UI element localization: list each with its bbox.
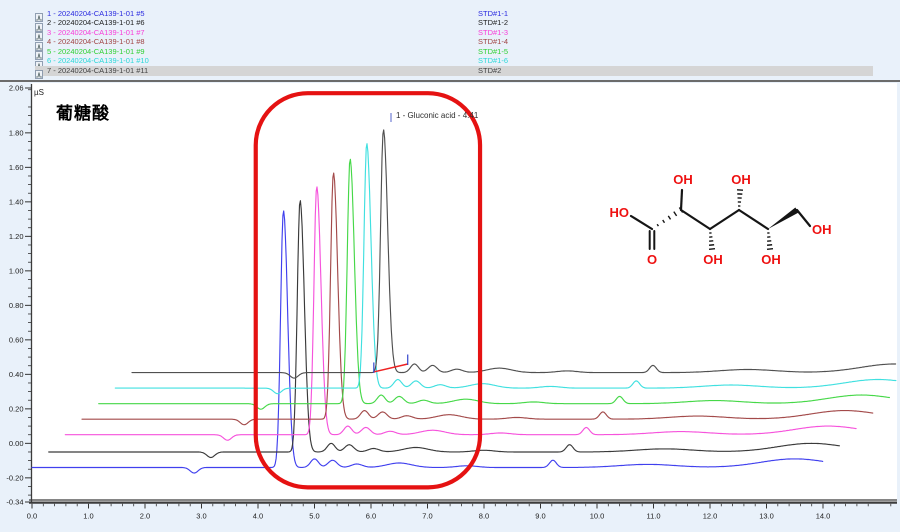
trace-std1-1 <box>32 211 823 473</box>
svg-text:12.0: 12.0 <box>703 512 718 521</box>
svg-text:11.0: 11.0 <box>646 512 660 521</box>
svg-text:0.00: 0.00 <box>9 439 24 448</box>
svg-text:14.0: 14.0 <box>816 512 831 521</box>
gluconic-acid-structure-image: HO O OH OH OH OH OH <box>610 172 832 267</box>
svg-text:OH: OH <box>673 172 693 187</box>
trace-std1-4 <box>82 173 873 425</box>
svg-text:7.0: 7.0 <box>422 512 432 521</box>
svg-text:1.20: 1.20 <box>9 232 24 241</box>
svg-text:OH: OH <box>731 172 751 187</box>
trace-std1-5 <box>99 159 890 409</box>
svg-text:-0.34: -0.34 <box>6 498 23 507</box>
svg-text:1.40: 1.40 <box>9 197 24 206</box>
svg-text:OH: OH <box>812 222 832 237</box>
svg-text:9.0: 9.0 <box>535 512 545 521</box>
svg-text:4.0: 4.0 <box>253 512 263 521</box>
svg-text:0.40: 0.40 <box>9 370 24 379</box>
svg-text:OH: OH <box>703 252 723 267</box>
svg-text:1.60: 1.60 <box>9 163 24 172</box>
svg-text:6.0: 6.0 <box>366 512 376 521</box>
svg-text:0.20: 0.20 <box>9 404 24 413</box>
svg-text:5.0: 5.0 <box>309 512 319 521</box>
svg-text:-0.20: -0.20 <box>6 473 23 482</box>
axis-ticks: 0.0 1.0 2.0 3.0 4.0 5.0 6.0 7.0 8.0 9.0 10.0 11.0 12… <box>6 84 890 521</box>
svg-text:0.60: 0.60 <box>9 335 24 344</box>
svg-text:O: O <box>647 252 657 267</box>
integration-baseline-marker <box>374 355 408 373</box>
svg-text:1.0: 1.0 <box>83 512 93 521</box>
svg-text:0.80: 0.80 <box>9 301 24 310</box>
svg-text:1.80: 1.80 <box>9 128 24 137</box>
chromatogram-chart: 0.0 1.0 2.0 3.0 4.0 5.0 6.0 7.0 8.0 9.0 10.0 11.0 12… <box>0 0 900 532</box>
svg-text:OH: OH <box>761 252 781 267</box>
axes <box>29 84 897 503</box>
plot-title: 葡糖酸 <box>56 99 110 124</box>
svg-text:0.0: 0.0 <box>27 512 37 521</box>
svg-text:2.0: 2.0 <box>140 512 150 521</box>
svg-text:1.00: 1.00 <box>9 266 24 275</box>
svg-text:10.0: 10.0 <box>590 512 605 521</box>
peak-annotation: 1 - Gluconic acid - 4.41 <box>396 111 478 120</box>
svg-text:13.0: 13.0 <box>759 512 774 521</box>
svg-text:8.0: 8.0 <box>479 512 489 521</box>
trace-std1-6 <box>115 144 896 394</box>
svg-text:2.06: 2.06 <box>9 84 24 93</box>
trace-std1-3 <box>65 187 856 440</box>
chromatography-window: 1 - 20240204-CA139-1-01 #5STD#1-12 - 202… <box>0 0 900 532</box>
svg-text:3.0: 3.0 <box>196 512 206 521</box>
svg-text:HO: HO <box>610 205 630 220</box>
y-axis-unit: µS <box>34 88 44 97</box>
trace-std2 <box>132 130 896 378</box>
